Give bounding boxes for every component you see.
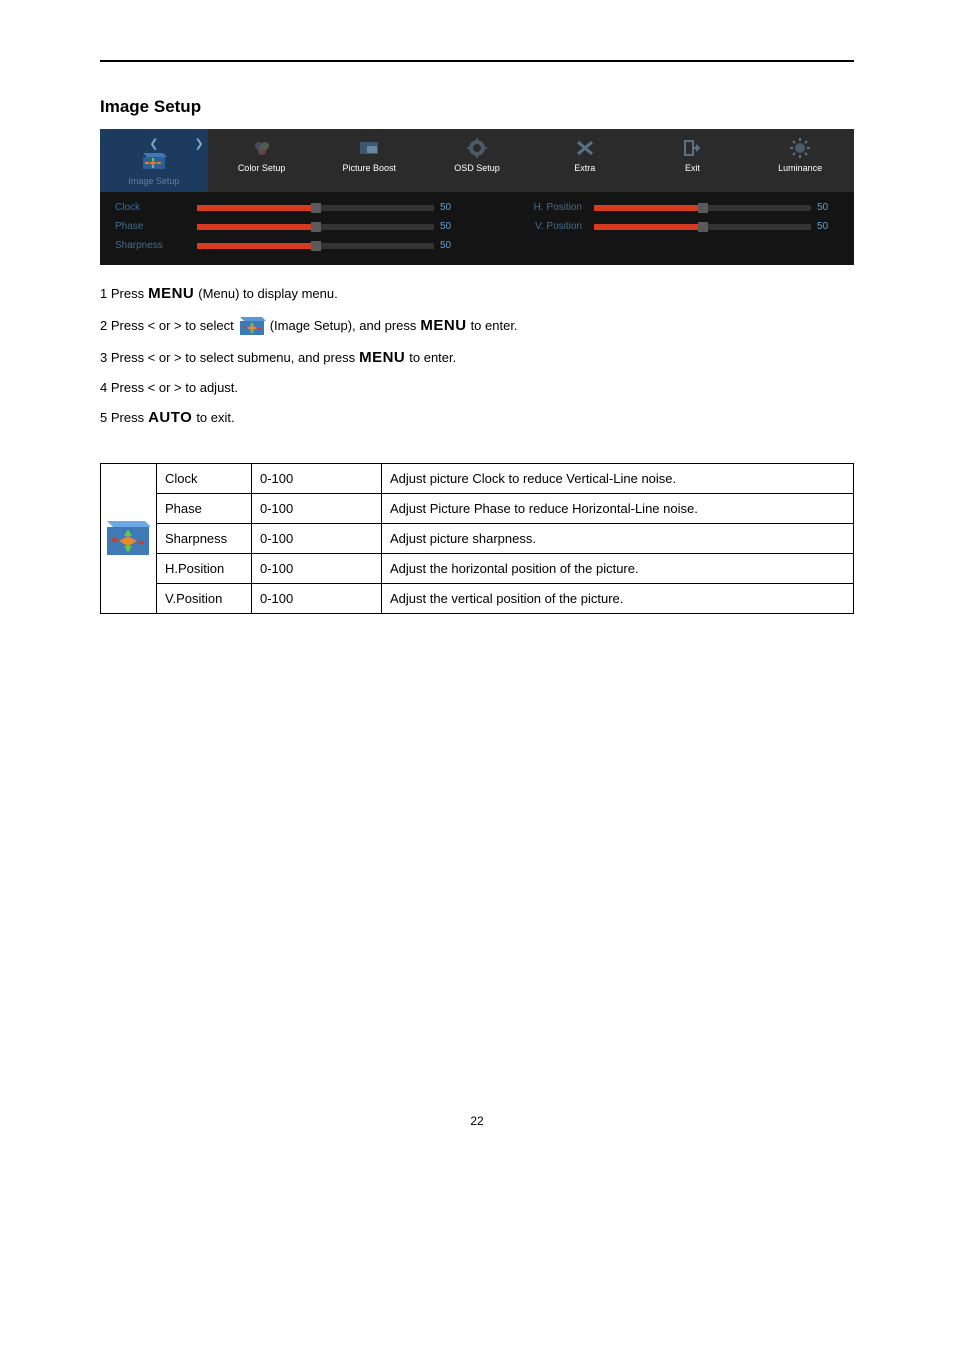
text: 4 Press < or > to adjust. (100, 375, 238, 401)
table-icon-cell (101, 464, 157, 614)
text: (Menu) to display menu. (198, 281, 337, 307)
text: (Image Setup), and press (270, 313, 417, 339)
osd-body: Clock 50 Phase 50 Sharpness 50 (100, 192, 854, 265)
osd-setup-icon (427, 137, 527, 159)
osd-item-sharpness[interactable]: Sharpness 50 (115, 240, 462, 251)
tab-label: Exit (643, 163, 743, 173)
slider-value: 50 (440, 221, 462, 232)
param-range: 0-100 (252, 584, 382, 614)
slider-value: 50 (817, 221, 839, 232)
tab-osd-setup[interactable]: OSD Setup (423, 129, 531, 192)
nav-left-arrow: ❮ (149, 138, 158, 150)
tab-label: Image Setup (104, 176, 204, 186)
item-label: Clock (115, 202, 185, 213)
param-desc: Adjust picture sharpness. (382, 524, 854, 554)
text: 5 Press (100, 405, 144, 431)
tab-image-setup[interactable]: ❮ ❯ Image Setup (100, 129, 208, 192)
image-setup-icon (238, 315, 266, 337)
item-label: Sharpness (115, 240, 185, 251)
text: 1 Press (100, 281, 144, 307)
param-name: Phase (157, 494, 252, 524)
step-5: 5 Press AUTO to exit. (100, 403, 854, 433)
osd-panel: ❮ ❯ Image Setup Color Setup (100, 129, 854, 265)
tab-extra[interactable]: Extra (531, 129, 639, 192)
step-1: 1 Press MENU (Menu) to display menu. (100, 279, 854, 309)
slider-value: 50 (440, 202, 462, 213)
param-name: Clock (157, 464, 252, 494)
menu-button-label: MENU (359, 343, 405, 373)
item-label: H. Position (492, 202, 582, 213)
table-row: V.Position 0-100 Adjust the vertical pos… (101, 584, 854, 614)
item-label: Phase (115, 221, 185, 232)
text: 2 Press < or > to select (100, 313, 234, 339)
reference-table: Clock 0-100 Adjust picture Clock to redu… (100, 463, 854, 614)
menu-button-label: MENU (420, 311, 466, 341)
tab-label: Picture Boost (319, 163, 419, 173)
osd-item-hposition[interactable]: H. Position 50 (492, 202, 839, 213)
image-setup-icon (104, 150, 204, 172)
tab-label: Luminance (750, 163, 850, 173)
slider[interactable]: 50 (594, 202, 839, 213)
instructions: 1 Press MENU (Menu) to display menu. 2 P… (100, 279, 854, 433)
top-divider (100, 60, 854, 62)
osd-tab-bar: ❮ ❯ Image Setup Color Setup (100, 129, 854, 192)
param-range: 0-100 (252, 464, 382, 494)
tab-luminance[interactable]: Luminance (746, 129, 854, 192)
slider[interactable]: 50 (197, 221, 462, 232)
param-name: H.Position (157, 554, 252, 584)
text: to enter. (409, 345, 456, 371)
table-row: H.Position 0-100 Adjust the horizontal p… (101, 554, 854, 584)
param-desc: Adjust the horizontal position of the pi… (382, 554, 854, 584)
osd-item-clock[interactable]: Clock 50 (115, 202, 462, 213)
exit-icon (643, 137, 743, 159)
param-name: Sharpness (157, 524, 252, 554)
tab-color-setup[interactable]: Color Setup (208, 129, 316, 192)
table-row: Clock 0-100 Adjust picture Clock to redu… (101, 464, 854, 494)
extra-icon (535, 137, 635, 159)
param-range: 0-100 (252, 524, 382, 554)
tab-label: Color Setup (212, 163, 312, 173)
osd-col-right: H. Position 50 V. Position 50 (492, 202, 839, 251)
tab-picture-boost[interactable]: Picture Boost (315, 129, 423, 192)
slider-value: 50 (440, 240, 462, 251)
text: to exit. (196, 405, 234, 431)
tab-label: OSD Setup (427, 163, 527, 173)
slider-value: 50 (817, 202, 839, 213)
menu-button-label: MENU (148, 279, 194, 309)
param-range: 0-100 (252, 494, 382, 524)
color-setup-icon (212, 137, 312, 159)
luminance-icon (750, 137, 850, 159)
item-label: V. Position (492, 221, 582, 232)
tab-label: Extra (535, 163, 635, 173)
nav-right-arrow: ❯ (195, 137, 204, 150)
page-number: 22 (100, 1114, 854, 1128)
step-2: 2 Press < or > to select (Image Setup), … (100, 311, 854, 341)
slider[interactable]: 50 (594, 221, 839, 232)
picture-boost-icon (319, 137, 419, 159)
param-name: V.Position (157, 584, 252, 614)
slider[interactable]: 50 (197, 202, 462, 213)
osd-item-phase[interactable]: Phase 50 (115, 221, 462, 232)
text: 3 Press < or > to select submenu, and pr… (100, 345, 355, 371)
param-range: 0-100 (252, 554, 382, 584)
param-desc: Adjust Picture Phase to reduce Horizonta… (382, 494, 854, 524)
tab-exit[interactable]: Exit (639, 129, 747, 192)
slider[interactable]: 50 (197, 240, 462, 251)
page-title: Image Setup (100, 97, 854, 117)
table-row: Phase 0-100 Adjust Picture Phase to redu… (101, 494, 854, 524)
osd-col-left: Clock 50 Phase 50 Sharpness 50 (115, 202, 462, 251)
param-desc: Adjust the vertical position of the pict… (382, 584, 854, 614)
auto-button-label: AUTO (148, 403, 192, 433)
step-4: 4 Press < or > to adjust. (100, 375, 854, 401)
param-desc: Adjust picture Clock to reduce Vertical-… (382, 464, 854, 494)
osd-item-vposition[interactable]: V. Position 50 (492, 221, 839, 232)
table-row: Sharpness 0-100 Adjust picture sharpness… (101, 524, 854, 554)
step-3: 3 Press < or > to select submenu, and pr… (100, 343, 854, 373)
text: to enter. (471, 313, 518, 339)
